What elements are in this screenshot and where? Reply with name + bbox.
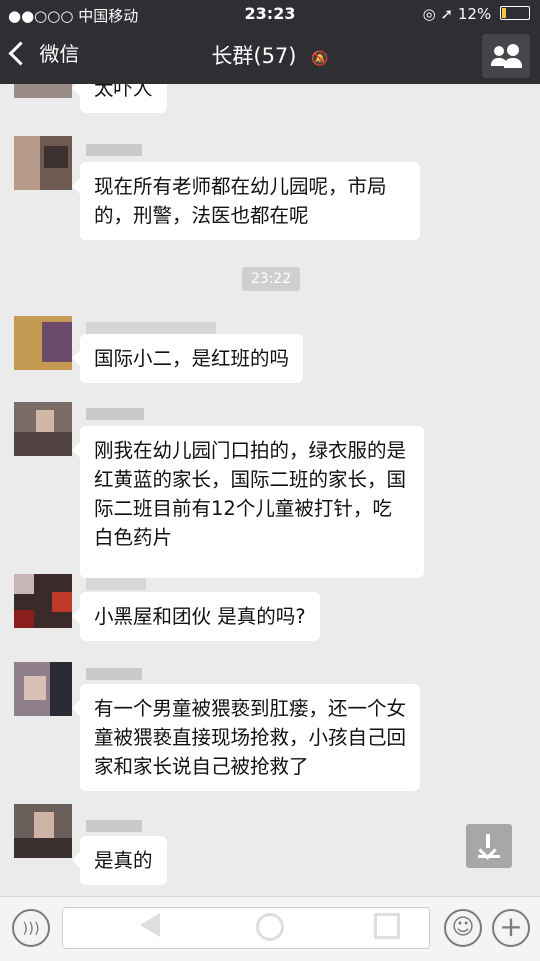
avatar[interactable] <box>14 804 72 858</box>
timestamp-chip: 23:22 <box>242 267 300 291</box>
status-bar: ●●○○○ 中国移动 23:23 ◎ ➚ 12% <box>0 0 540 28</box>
download-button[interactable] <box>466 824 512 868</box>
avatar[interactable] <box>14 84 72 98</box>
status-indicators: ◎ ➚ 12% <box>423 5 530 23</box>
system-recent-icon[interactable] <box>374 913 400 939</box>
avatar[interactable] <box>14 402 72 456</box>
sender-name <box>86 408 144 420</box>
voice-icon: ))) <box>22 919 40 937</box>
chat-area[interactable]: 太吓人 现在所有老师都在幼儿园呢，市局的，刑警，法医也都在呢 23:22 国际小… <box>0 84 540 896</box>
sender-name <box>86 578 146 590</box>
system-back-icon[interactable] <box>140 913 160 937</box>
emoji-icon: ☺ <box>451 915 475 940</box>
avatar[interactable] <box>14 136 72 190</box>
sender-name <box>86 144 142 156</box>
sender-name <box>86 820 142 832</box>
message-bubble[interactable]: 小黑屋和团伙 是真的吗? <box>72 592 320 641</box>
plus-icon: + <box>499 910 523 943</box>
message-bubble[interactable]: 太吓人 <box>72 84 167 113</box>
avatar[interactable] <box>14 316 72 370</box>
chat-title: 长群(57) 🔕 <box>0 40 540 70</box>
voice-button[interactable]: ))) <box>12 909 50 947</box>
message-bubble[interactable]: 有一个男童被猥亵到肛瘘，还一个女童被猥亵直接现场抢救，小孩自己回家和家长说自己被… <box>72 684 420 791</box>
battery-icon <box>500 6 530 20</box>
emoji-button[interactable]: ☺ <box>444 909 482 947</box>
avatar[interactable] <box>14 662 72 716</box>
mute-icon: 🔕 <box>311 51 329 67</box>
input-bar: ))) ☺ + <box>0 896 540 961</box>
battery-percent: ◎ ➚ 12% <box>422 5 492 23</box>
system-home-icon[interactable] <box>256 913 284 941</box>
group-info-button[interactable] <box>482 34 530 78</box>
message-bubble[interactable]: 国际小二，是红班的吗 <box>71 334 304 383</box>
nav-bar: 微信 长群(57) 🔕 <box>0 28 540 84</box>
sender-name <box>86 668 142 680</box>
message-bubble[interactable]: 刚我在幼儿园门口拍的，绿衣服的是红黄蓝的家长，国际二班的家长，国际二班目前有12… <box>72 426 424 578</box>
chat-title-text: 长群(57) <box>211 44 297 68</box>
message-bubble[interactable]: 是真的 <box>72 836 167 885</box>
avatar[interactable] <box>14 574 72 628</box>
message-bubble[interactable]: 现在所有老师都在幼儿园呢，市局的，刑警，法医也都在呢 <box>72 162 420 240</box>
plus-button[interactable]: + <box>492 909 530 947</box>
sender-name <box>86 322 216 334</box>
